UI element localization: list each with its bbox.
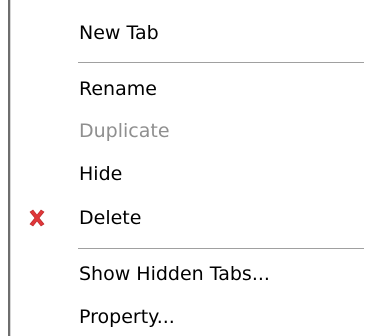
menu-item-label: Hide — [79, 163, 123, 185]
menu-item-label: Show Hidden Tabs... — [79, 263, 270, 285]
menu-item-label: Delete — [79, 207, 142, 229]
menu-item-label: Property... — [79, 306, 175, 328]
icon-gutter-divider — [10, 0, 11, 336]
menu-item-label: Duplicate — [79, 120, 170, 142]
context-menu: New Tab Rename Duplicate Hide Delete Sho… — [0, 0, 365, 336]
menu-item-property[interactable]: Property... — [14, 298, 364, 336]
delete-x-icon — [29, 209, 45, 227]
menu-item-rename[interactable]: Rename — [14, 70, 364, 108]
menu-item-show-hidden-tabs[interactable]: Show Hidden Tabs... — [14, 255, 364, 293]
menu-item-new-tab[interactable]: New Tab — [14, 14, 364, 52]
menu-separator — [78, 248, 364, 250]
menu-item-label: Rename — [79, 78, 157, 100]
menu-item-delete[interactable]: Delete — [14, 199, 364, 237]
menu-item-duplicate: Duplicate — [14, 112, 364, 150]
menu-item-label: New Tab — [79, 22, 159, 44]
menu-separator — [78, 62, 364, 64]
menu-item-hide[interactable]: Hide — [14, 155, 364, 193]
